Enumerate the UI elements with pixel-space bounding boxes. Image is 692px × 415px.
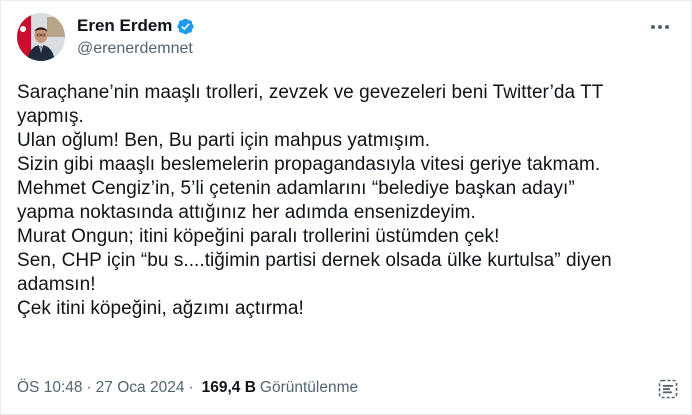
author-display-name[interactable]: Eren Erdem xyxy=(77,16,172,36)
views-count: 169,4 B xyxy=(201,379,256,396)
tweet-date[interactable]: 27 Oca 2024 xyxy=(96,379,185,397)
tweet-meta: ÖS 10:48 · 27 Oca 2024 · 169,4 B Görüntü… xyxy=(17,379,358,397)
tweet-text: Saraçhane’nin maaşlı trolleri, zevzek ve… xyxy=(17,82,612,319)
meta-separator: · xyxy=(86,379,92,396)
tweet-time[interactable]: ÖS 10:48 xyxy=(17,379,83,397)
more-options-icon[interactable] xyxy=(649,19,671,29)
views-label: Görüntülenme xyxy=(259,379,359,396)
verified-badge-icon[interactable] xyxy=(176,17,195,36)
tweet-header: Eren Erdem @erenerdemnet xyxy=(17,13,677,65)
tweet-card[interactable]: Eren Erdem @erenerdemnet Saraçhane’nin m… xyxy=(0,0,692,415)
author-handle[interactable]: @erenerdemnet xyxy=(77,40,195,58)
meta-separator: · xyxy=(188,379,194,396)
avatar-image xyxy=(17,13,65,61)
avatar[interactable] xyxy=(17,13,65,61)
author-name-row: Eren Erdem xyxy=(77,15,195,37)
grok-icon[interactable] xyxy=(657,378,679,400)
author-info: Eren Erdem @erenerdemnet xyxy=(77,15,195,58)
